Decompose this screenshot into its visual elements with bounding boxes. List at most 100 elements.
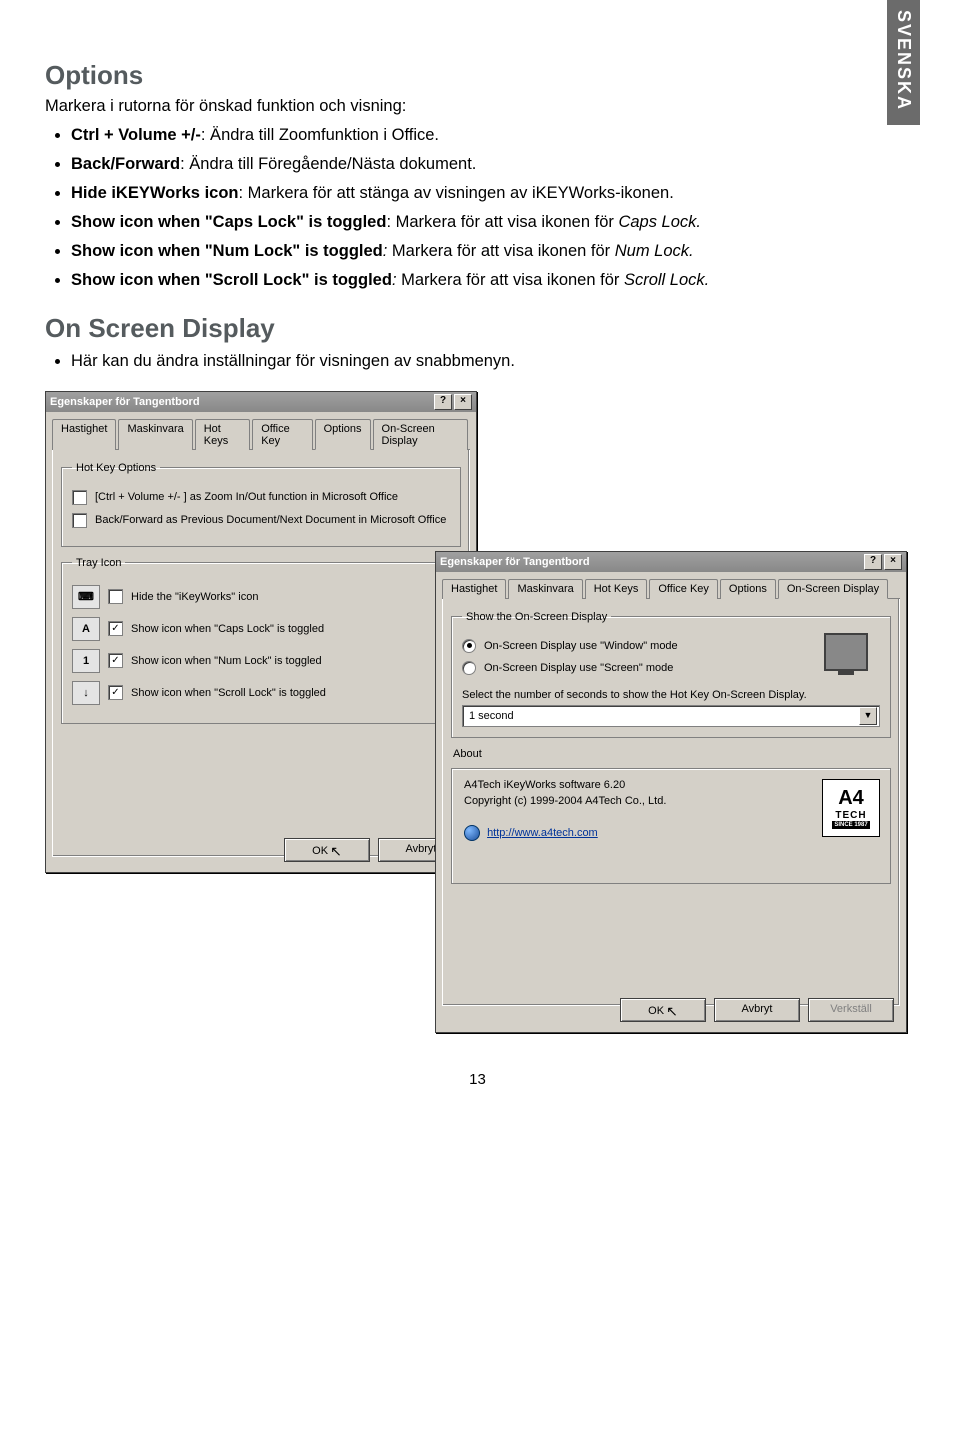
window-title: Egenskaper för Tangentbord bbox=[50, 396, 200, 408]
checkbox-label: Back/Forward as Previous Document/Next D… bbox=[95, 514, 446, 526]
titlebar[interactable]: Egenskaper för Tangentbord ? × bbox=[46, 392, 476, 412]
opt-bold: Show icon when "Scroll Lock" is toggled bbox=[71, 271, 392, 289]
list-item: Här kan du ändra inställningar för visni… bbox=[71, 350, 910, 373]
options-dialog: Egenskaper för Tangentbord ? × Hastighet… bbox=[45, 391, 477, 873]
page-number: 13 bbox=[45, 1071, 910, 1088]
chevron-down-icon[interactable]: ▼ bbox=[859, 707, 877, 725]
ok-button[interactable]: OK↖ bbox=[284, 838, 370, 862]
list-item: Back/Forward: Ändra till Föregående/Näst… bbox=[71, 153, 910, 176]
list-item: Ctrl + Volume +/-: Ändra till Zoomfunkti… bbox=[71, 124, 910, 147]
tab-hastighet[interactable]: Hastighet bbox=[442, 579, 506, 599]
monitor-icon bbox=[824, 633, 868, 671]
select-value: 1 second bbox=[469, 710, 514, 722]
osd-text: Här kan du ändra inställningar för visni… bbox=[71, 352, 515, 370]
scrolllock-icon: ↓ bbox=[72, 681, 100, 705]
about-url[interactable]: http://www.a4tech.com bbox=[487, 827, 598, 839]
list-item: Hide iKEYWorks icon: Markera för att stä… bbox=[71, 182, 910, 205]
checkbox-scrolllock[interactable]: ✓ bbox=[108, 685, 123, 700]
logo-bot: SINCE 1987 bbox=[832, 821, 869, 829]
radio-window-mode[interactable] bbox=[462, 639, 476, 653]
opt-ital: Scroll Lock. bbox=[624, 271, 709, 289]
opt-bold: Ctrl + Volume +/- bbox=[71, 126, 201, 144]
ok-label: OK bbox=[648, 1005, 664, 1017]
tray-icon-group: Tray Icon ⌨ Hide the "iKeyWorks" icon A … bbox=[61, 557, 461, 724]
checkbox-label: Show icon when "Num Lock" is toggled bbox=[131, 655, 322, 667]
group-legend: Show the On-Screen Display bbox=[462, 611, 611, 623]
checkbox-label: Show icon when "Caps Lock" is toggled bbox=[131, 623, 324, 635]
about-group: A4Tech iKeyWorks software 6.20 Copyright… bbox=[451, 768, 891, 884]
hotkey-options-group: Hot Key Options [Ctrl + Volume +/- ] as … bbox=[61, 462, 461, 547]
tab-hotkeys[interactable]: Hot Keys bbox=[585, 579, 648, 599]
language-tab: SVENSKA bbox=[887, 0, 920, 125]
close-button[interactable]: × bbox=[884, 554, 902, 570]
tab-hotkeys[interactable]: Hot Keys bbox=[195, 419, 250, 450]
radio-label: On-Screen Display use "Screen" mode bbox=[484, 662, 673, 674]
tab-options[interactable]: Options bbox=[720, 579, 776, 599]
capslock-icon: A bbox=[72, 617, 100, 641]
globe-icon bbox=[464, 825, 480, 841]
options-heading: Options bbox=[45, 60, 910, 91]
radio-label: On-Screen Display use "Window" mode bbox=[484, 640, 678, 652]
opt-text: Markera för att visa ikonen för bbox=[401, 271, 624, 289]
list-item: Show icon when "Num Lock" is toggled: Ma… bbox=[71, 240, 910, 263]
keyboard-icon: ⌨ bbox=[72, 585, 100, 609]
numlock-icon: 1 bbox=[72, 649, 100, 673]
seconds-select[interactable]: 1 second ▼ bbox=[462, 705, 880, 727]
tabstrip: Hastighet Maskinvara Hot Keys Office Key… bbox=[52, 418, 470, 450]
opt-colon: : bbox=[392, 271, 401, 289]
tab-officekey[interactable]: Office Key bbox=[649, 579, 718, 599]
osd-group: Show the On-Screen Display On-Screen Dis… bbox=[451, 611, 891, 738]
cancel-button[interactable]: Avbryt bbox=[714, 998, 800, 1022]
opt-colon: : bbox=[383, 242, 392, 260]
opt-ital: Num Lock. bbox=[615, 242, 694, 260]
help-button[interactable]: ? bbox=[864, 554, 882, 570]
tab-osd[interactable]: On-Screen Display bbox=[778, 579, 888, 599]
a4tech-logo: A4 TECH SINCE 1987 bbox=[822, 779, 880, 837]
tab-hastighet[interactable]: Hastighet bbox=[52, 419, 116, 450]
opt-text: Markera för att visa ikonen för bbox=[392, 242, 615, 260]
cursor-icon: ↖ bbox=[666, 1003, 678, 1019]
list-item: Show icon when "Scroll Lock" is toggled:… bbox=[71, 269, 910, 292]
osd-list: Här kan du ändra inställningar för visni… bbox=[45, 350, 910, 373]
group-legend: Hot Key Options bbox=[72, 462, 160, 474]
titlebar[interactable]: Egenskaper för Tangentbord ? × bbox=[436, 552, 906, 572]
opt-ital: Caps Lock. bbox=[618, 213, 701, 231]
opt-bold: Hide iKEYWorks icon bbox=[71, 184, 238, 202]
checkbox-backforward[interactable] bbox=[72, 513, 87, 528]
radio-screen-mode[interactable] bbox=[462, 661, 476, 675]
apply-button[interactable]: Verkställ bbox=[808, 998, 894, 1022]
about-line1: A4Tech iKeyWorks software 6.20 bbox=[464, 779, 878, 791]
cursor-icon: ↖ bbox=[330, 843, 342, 859]
opt-bold: Show icon when "Num Lock" is toggled bbox=[71, 242, 383, 260]
logo-mid: TECH bbox=[835, 810, 866, 821]
opt-bold: Show icon when "Caps Lock" is toggled bbox=[71, 213, 386, 231]
checkbox-label: [Ctrl + Volume +/- ] as Zoom In/Out func… bbox=[95, 491, 398, 503]
tab-maskinvara[interactable]: Maskinvara bbox=[118, 419, 192, 450]
close-button[interactable]: × bbox=[454, 394, 472, 410]
checkbox-zoom[interactable] bbox=[72, 490, 87, 505]
tab-options[interactable]: Options bbox=[315, 419, 371, 450]
osd-heading: On Screen Display bbox=[45, 313, 910, 344]
checkbox-hide-icon[interactable] bbox=[108, 589, 123, 604]
checkbox-label: Show icon when "Scroll Lock" is toggled bbox=[131, 687, 326, 699]
opt-text: : Markera för att stänga av visningen av… bbox=[238, 184, 673, 202]
checkbox-numlock[interactable]: ✓ bbox=[108, 653, 123, 668]
seconds-label: Select the number of seconds to show the… bbox=[462, 689, 880, 701]
options-list: Ctrl + Volume +/-: Ändra till Zoomfunkti… bbox=[45, 124, 910, 293]
window-title: Egenskaper för Tangentbord bbox=[440, 556, 590, 568]
tab-osd[interactable]: On-Screen Display bbox=[373, 419, 468, 450]
tab-officekey[interactable]: Office Key bbox=[252, 419, 312, 450]
checkbox-capslock[interactable]: ✓ bbox=[108, 621, 123, 636]
checkbox-label: Hide the "iKeyWorks" icon bbox=[131, 591, 258, 603]
opt-text: : Ändra till Föregående/Nästa dokument. bbox=[180, 155, 476, 173]
help-button[interactable]: ? bbox=[434, 394, 452, 410]
about-legend: About bbox=[453, 748, 891, 760]
tab-maskinvara[interactable]: Maskinvara bbox=[508, 579, 582, 599]
options-intro: Markera i rutorna för önskad funktion oc… bbox=[45, 97, 910, 116]
tabstrip: Hastighet Maskinvara Hot Keys Office Key… bbox=[442, 578, 900, 599]
about-line2: Copyright (c) 1999-2004 A4Tech Co., Ltd. bbox=[464, 795, 878, 807]
ok-label: OK bbox=[312, 845, 328, 857]
group-legend: Tray Icon bbox=[72, 557, 125, 569]
ok-button[interactable]: OK↖ bbox=[620, 998, 706, 1022]
list-item: Show icon when "Caps Lock" is toggled: M… bbox=[71, 211, 910, 234]
